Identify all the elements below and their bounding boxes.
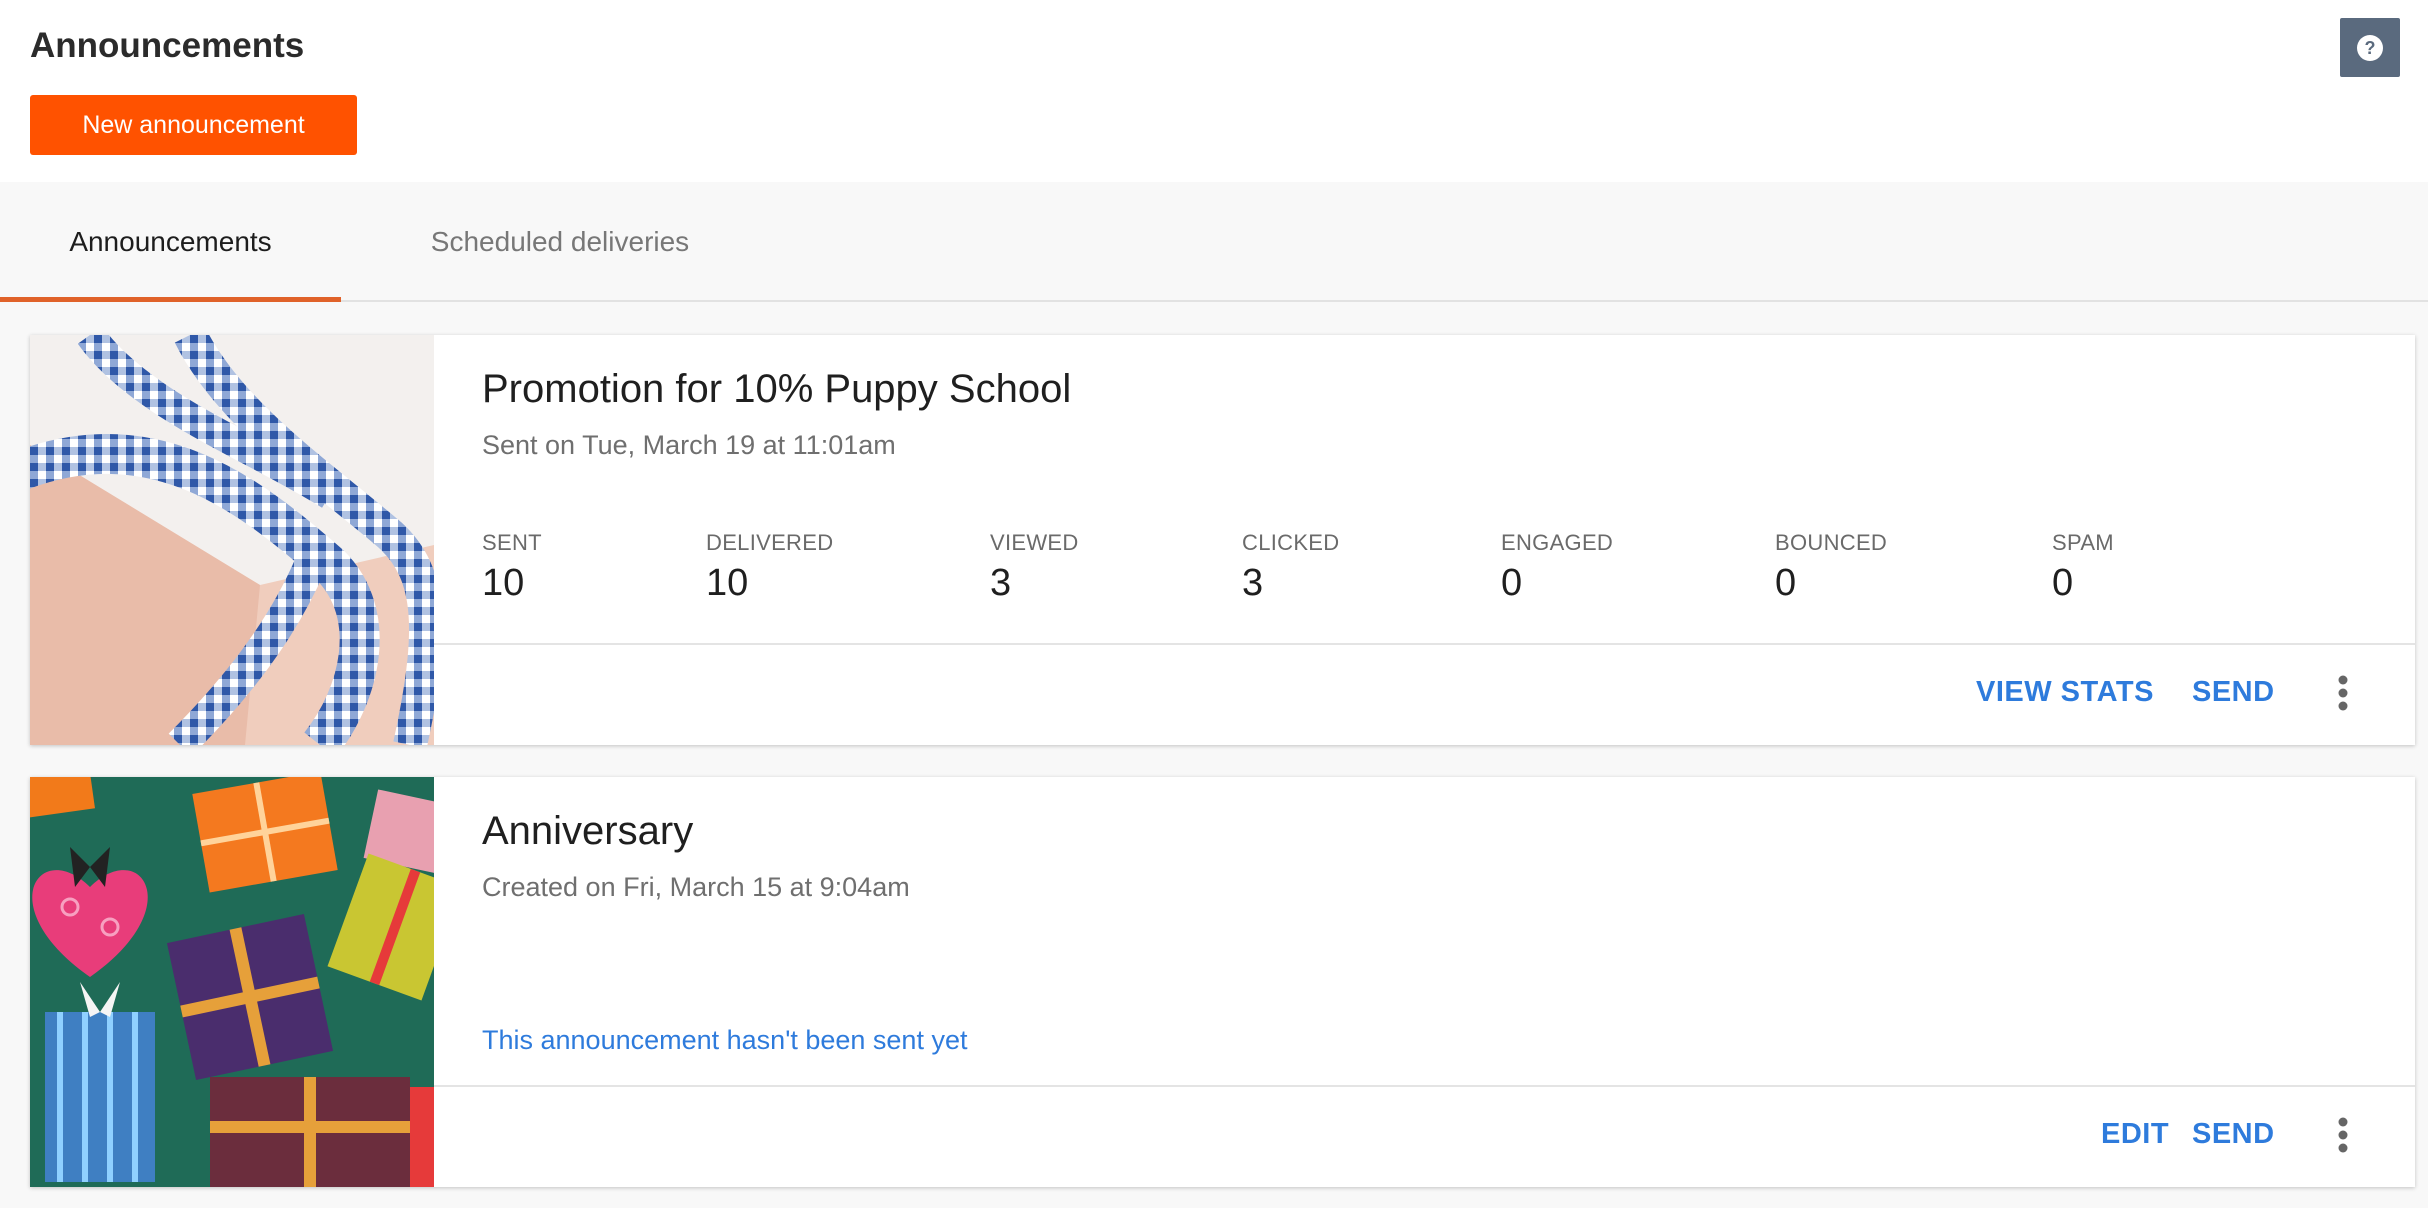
card-divider xyxy=(434,1085,2415,1087)
stat-label: SENT xyxy=(482,530,542,555)
more-vertical-icon xyxy=(2338,1117,2348,1153)
stat-spam: SPAM 0 xyxy=(2052,530,2114,605)
send-button[interactable]: SEND xyxy=(2192,1118,2275,1151)
tab-bar: Announcements Scheduled deliveries xyxy=(0,182,2428,304)
card-divider xyxy=(434,643,2415,645)
stat-value: 3 xyxy=(990,562,1012,604)
stat-sent: SENT 10 xyxy=(482,530,542,605)
stat-label: SPAM xyxy=(2052,530,2114,555)
stat-bounced: BOUNCED 0 xyxy=(1775,530,1887,605)
announcement-list: Promotion for 10% Puppy School Sent on T… xyxy=(0,302,2428,1208)
stat-value: 0 xyxy=(1501,562,1523,604)
stat-value: 0 xyxy=(2052,562,2074,604)
announcement-sent-date: Sent on Tue, March 19 at 11:01am xyxy=(482,430,896,460)
announcement-image xyxy=(30,335,434,745)
announcement-created-date: Created on Fri, March 15 at 9:04am xyxy=(482,872,910,902)
tab-announcements-label: Announcements xyxy=(69,226,272,257)
question-circle-icon: ? xyxy=(2357,34,2383,61)
stat-label: BOUNCED xyxy=(1775,530,1888,555)
stat-viewed: VIEWED 3 xyxy=(990,530,1079,605)
more-options-button[interactable] xyxy=(2333,673,2353,713)
announcement-card: Promotion for 10% Puppy School Sent on T… xyxy=(30,335,2415,745)
announcement-title: Anniversary xyxy=(482,809,694,853)
tab-scheduled-deliveries-label: Scheduled deliveries xyxy=(430,226,690,257)
page-title: Announcements xyxy=(30,26,305,65)
announcement-image xyxy=(30,777,434,1187)
new-announcement-button[interactable]: New announcement xyxy=(30,95,357,155)
tab-announcements[interactable]: Announcements xyxy=(0,182,341,304)
send-button[interactable]: SEND xyxy=(2192,676,2275,709)
stat-label: DELIVERED xyxy=(706,530,834,555)
announcement-card: Anniversary Created on Fri, March 15 at … xyxy=(30,777,2415,1187)
stat-label: ENGAGED xyxy=(1501,530,1614,555)
stat-engaged: ENGAGED 0 xyxy=(1501,530,1613,605)
stat-value: 0 xyxy=(1775,562,1797,604)
edit-button[interactable]: EDIT xyxy=(2101,1118,2169,1151)
announcement-title: Promotion for 10% Puppy School xyxy=(482,367,1072,411)
help-button[interactable]: ? xyxy=(2340,18,2400,77)
stat-clicked: CLICKED 3 xyxy=(1242,530,1339,605)
not-sent-message: This announcement hasn't been sent yet xyxy=(482,1025,968,1055)
stat-label: CLICKED xyxy=(1242,530,1340,555)
view-stats-button[interactable]: VIEW STATS xyxy=(1976,676,2154,709)
stat-value: 10 xyxy=(706,562,749,604)
stat-value: 3 xyxy=(1242,562,1264,604)
more-options-button[interactable] xyxy=(2333,1115,2353,1155)
svg-text:?: ? xyxy=(2365,38,2376,58)
tab-scheduled-deliveries[interactable]: Scheduled deliveries xyxy=(400,182,720,302)
more-vertical-icon xyxy=(2338,675,2348,711)
stat-label: VIEWED xyxy=(990,530,1079,555)
page-header: Announcements New announcement ? xyxy=(0,0,2428,182)
stat-delivered: DELIVERED 10 xyxy=(706,530,833,605)
stat-value: 10 xyxy=(482,562,525,604)
